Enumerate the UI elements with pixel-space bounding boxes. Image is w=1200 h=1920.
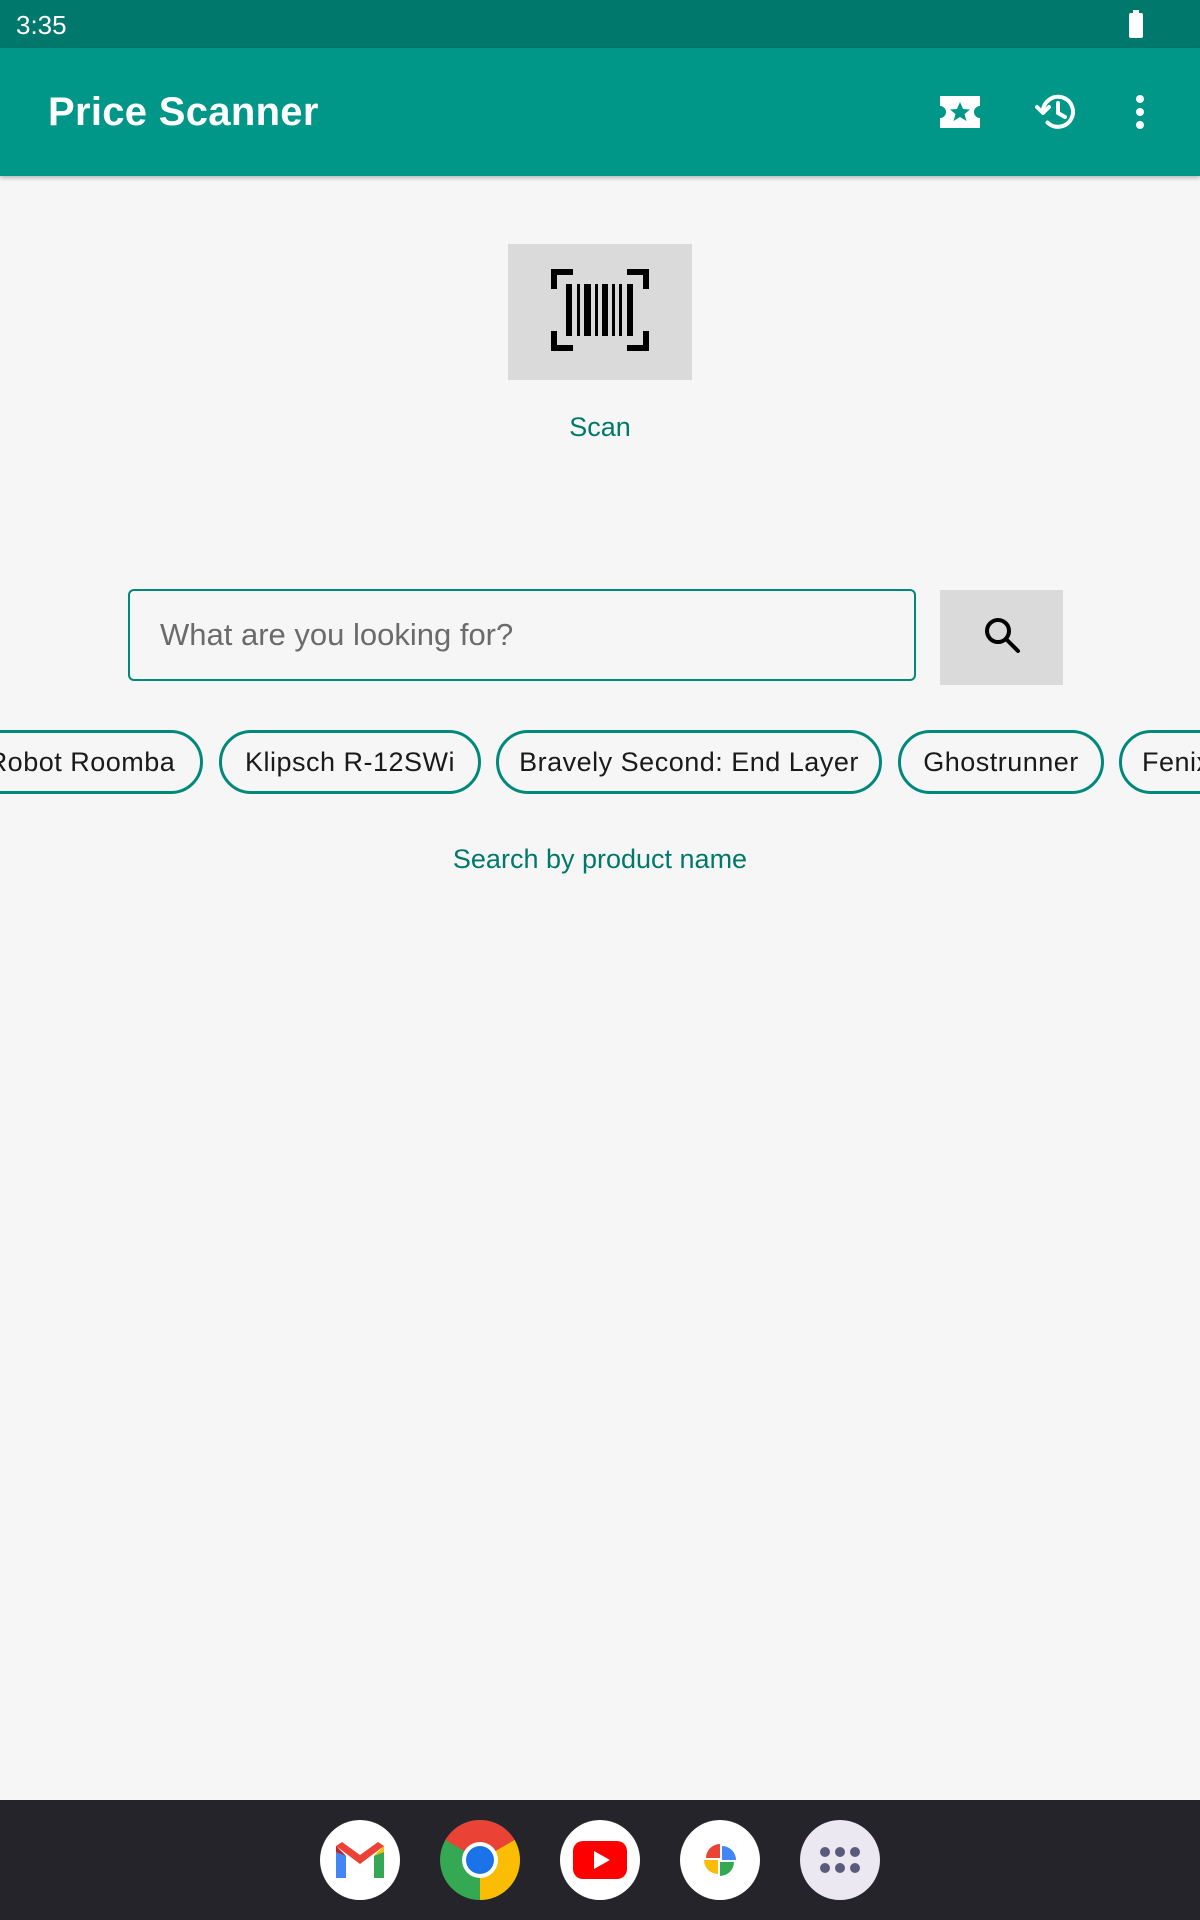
gmail-icon[interactable] <box>320 1820 400 1900</box>
barcode-scan-icon <box>550 268 650 357</box>
app-bar: Price Scanner <box>0 48 1200 176</box>
history-icon[interactable] <box>1020 72 1092 152</box>
more-vert-icon[interactable] <box>1104 72 1176 152</box>
status-time: 3:35 <box>16 10 67 40</box>
app-drawer-icon[interactable] <box>800 1820 880 1900</box>
youtube-icon[interactable] <box>560 1820 640 1900</box>
search-button[interactable] <box>940 590 1063 685</box>
app-title: Price Scanner <box>48 90 319 134</box>
chrome-icon[interactable] <box>440 1820 520 1900</box>
search-input[interactable] <box>128 589 916 681</box>
recent-searches-chips: Robot Roomba Klipsch R-12SWi Bravely Sec… <box>0 730 1200 794</box>
dock <box>0 1800 1200 1920</box>
scan-button[interactable] <box>508 244 692 380</box>
search-hint: Search by product name <box>452 844 748 874</box>
photos-icon[interactable] <box>680 1820 760 1900</box>
scan-label: Scan <box>569 412 631 442</box>
chip-robot-roomba[interactable]: Robot Roomba <box>0 730 203 794</box>
chip-klipsch[interactable]: Klipsch R-12SWi <box>219 730 481 794</box>
status-bar: 3:35 <box>0 0 1200 48</box>
chip-ghostrunner[interactable]: Ghostrunner <box>898 730 1104 794</box>
chip-fenix[interactable]: Fenix <box>1119 730 1200 794</box>
battery-full-icon <box>1128 10 1144 43</box>
search-icon <box>982 615 1022 660</box>
chip-bravely-second[interactable]: Bravely Second: End Layer <box>496 730 882 794</box>
ticket-star-icon[interactable] <box>924 72 996 152</box>
